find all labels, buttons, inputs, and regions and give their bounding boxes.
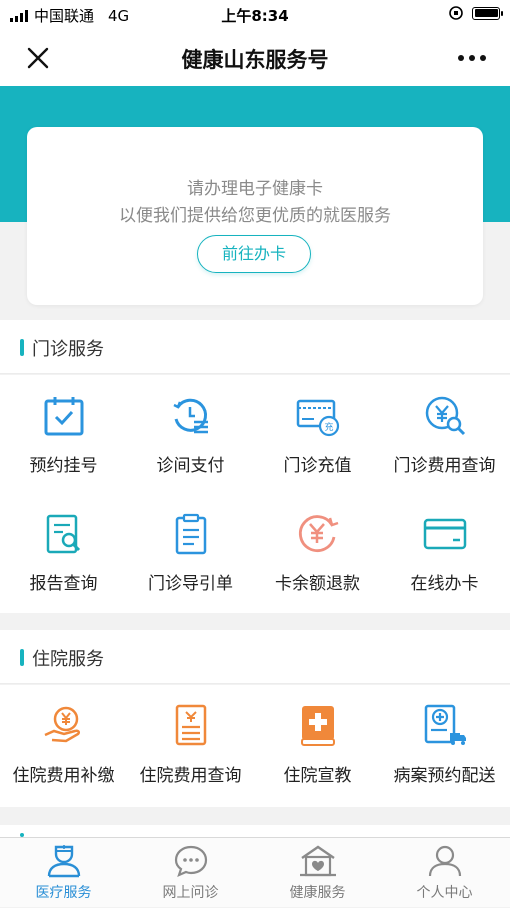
- service-label: 住院费用查询: [139, 766, 242, 786]
- inpatient-section-header: 住院服务: [0, 630, 510, 684]
- service-label: 诊间支付: [156, 456, 225, 476]
- service-label: 门诊导引单: [148, 574, 233, 594]
- service-inpatient-fee-query[interactable]: 住院费用查询: [127, 703, 254, 786]
- inpatient-grid: 住院费用补缴 住院费用查询 住院宣教 病案预约配送: [0, 685, 510, 807]
- service-label: 卡余额退款: [275, 574, 360, 594]
- calendar-check-icon: [44, 397, 83, 436]
- health-card-prompt: 请办理电子健康卡 以便我们提供给您更优质的就医服务 前往办卡: [27, 127, 483, 305]
- status-bar: 中国联通 4G 上午8:34: [0, 0, 510, 30]
- bill-list-icon: [175, 704, 206, 746]
- medical-book-icon: [300, 706, 335, 746]
- section-accent-bar: [20, 339, 24, 356]
- card-prompt-line2: 以便我们提供给您更优质的就医服务: [119, 206, 391, 226]
- yen-search-icon: [425, 396, 465, 436]
- nav-bar: 健康山东服务号: [0, 30, 510, 86]
- orientation-lock-icon: [449, 6, 463, 20]
- medical-record-delivery-icon: [424, 704, 466, 745]
- tab-health-service[interactable]: 健康服务: [254, 838, 381, 908]
- inpatient-section-title: 住院服务: [32, 649, 104, 670]
- tab-personal-center[interactable]: 个人中心: [381, 838, 508, 908]
- service-clinic-recharge[interactable]: 充 门诊充值: [254, 395, 381, 476]
- service-report-query[interactable]: 报告查询: [0, 513, 127, 594]
- chat-bubble-icon: [174, 845, 207, 877]
- more-icon[interactable]: [452, 50, 492, 66]
- yen-refund-icon: [298, 515, 338, 553]
- service-label: 住院费用补缴: [12, 766, 115, 786]
- health-house-icon: [299, 845, 336, 877]
- clipboard-icon: [175, 513, 206, 555]
- service-label: 在线办卡: [410, 574, 479, 594]
- service-label: 预约挂号: [29, 456, 98, 476]
- service-inpatient-education[interactable]: 住院宣教: [254, 703, 381, 786]
- tab-label: 网上问诊: [162, 885, 219, 901]
- status-time: 上午8:34: [221, 7, 289, 25]
- section-accent-bar: [20, 649, 24, 666]
- battery-icon: [472, 6, 503, 20]
- status-right: [448, 5, 503, 21]
- tab-label: 健康服务: [289, 885, 346, 901]
- tab-label: 个人中心: [416, 885, 473, 901]
- card-prompt-line1: 请办理电子健康卡: [187, 179, 323, 199]
- page-title: 健康山东服务号: [181, 48, 329, 72]
- report-search-icon: [46, 514, 80, 554]
- card-recharge-icon: 充: [296, 399, 339, 437]
- svg-text:充: 充: [324, 421, 333, 433]
- service-label: 门诊费用查询: [393, 456, 496, 476]
- person-icon: [428, 845, 461, 877]
- service-label: 住院宣教: [283, 766, 352, 786]
- tab-online-consult[interactable]: 网上问诊: [127, 838, 254, 908]
- outpatient-grid: 预约挂号 诊间支付 充 门诊充值 门诊费用查询 报告查询 门诊导引单 卡余额退款…: [0, 375, 510, 613]
- service-inpatient-fee-payment[interactable]: 住院费用补缴: [0, 703, 127, 786]
- apply-card-button[interactable]: 前往办卡: [197, 235, 311, 273]
- service-label: 病案预约配送: [393, 766, 496, 786]
- tab-label: 医疗服务: [35, 885, 92, 901]
- outpatient-section-header: 门诊服务: [0, 320, 510, 374]
- bank-card-icon: [423, 518, 466, 550]
- history-payment-icon: [172, 398, 208, 434]
- doctor-icon: [47, 845, 80, 878]
- service-online-card[interactable]: 在线办卡: [381, 513, 508, 594]
- tab-bar: 医疗服务 网上问诊 健康服务 个人中心: [0, 837, 510, 907]
- service-clinic-payment[interactable]: 诊间支付: [127, 395, 254, 476]
- service-label: 门诊充值: [283, 456, 352, 476]
- hand-yen-icon: [43, 706, 80, 743]
- next-section-header: [0, 825, 510, 837]
- tab-medical-service[interactable]: 医疗服务: [0, 838, 127, 908]
- outpatient-section-title: 门诊服务: [32, 339, 104, 360]
- service-clinic-guide[interactable]: 门诊导引单: [127, 513, 254, 594]
- service-record-delivery[interactable]: 病案预约配送: [381, 703, 508, 786]
- service-balance-refund[interactable]: 卡余额退款: [254, 513, 381, 594]
- service-label: 报告查询: [29, 574, 98, 594]
- service-appointment[interactable]: 预约挂号: [0, 395, 127, 476]
- service-clinic-fee-query[interactable]: 门诊费用查询: [381, 395, 508, 476]
